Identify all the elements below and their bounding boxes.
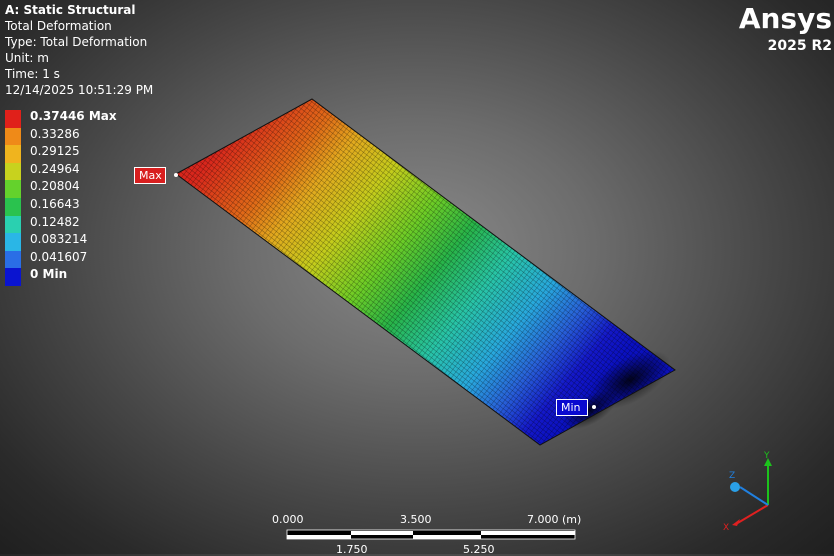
scale-label-1750: 1.750 — [336, 543, 368, 556]
scale-label-7000: 7.000 (m) — [527, 513, 582, 526]
max-probe-tag[interactable]: Max — [134, 167, 166, 184]
min-probe-tag[interactable]: Min — [556, 399, 588, 416]
triad-z-label: Z — [729, 471, 735, 481]
min-point — [592, 405, 596, 409]
scale-label-5250: 5.250 — [463, 543, 495, 556]
axis-triad[interactable]: Y X Z — [723, 451, 772, 533]
mesh-surface[interactable] — [175, 98, 680, 446]
triad-x-label: X — [723, 523, 729, 533]
scale-bar — [286, 529, 576, 540]
model-viewport[interactable]: Y X Z — [0, 0, 834, 554]
max-point — [174, 173, 178, 177]
scale-label-3500: 3.500 — [400, 513, 432, 526]
triad-y-label: Y — [763, 451, 770, 461]
scale-label-0: 0.000 — [272, 513, 304, 526]
